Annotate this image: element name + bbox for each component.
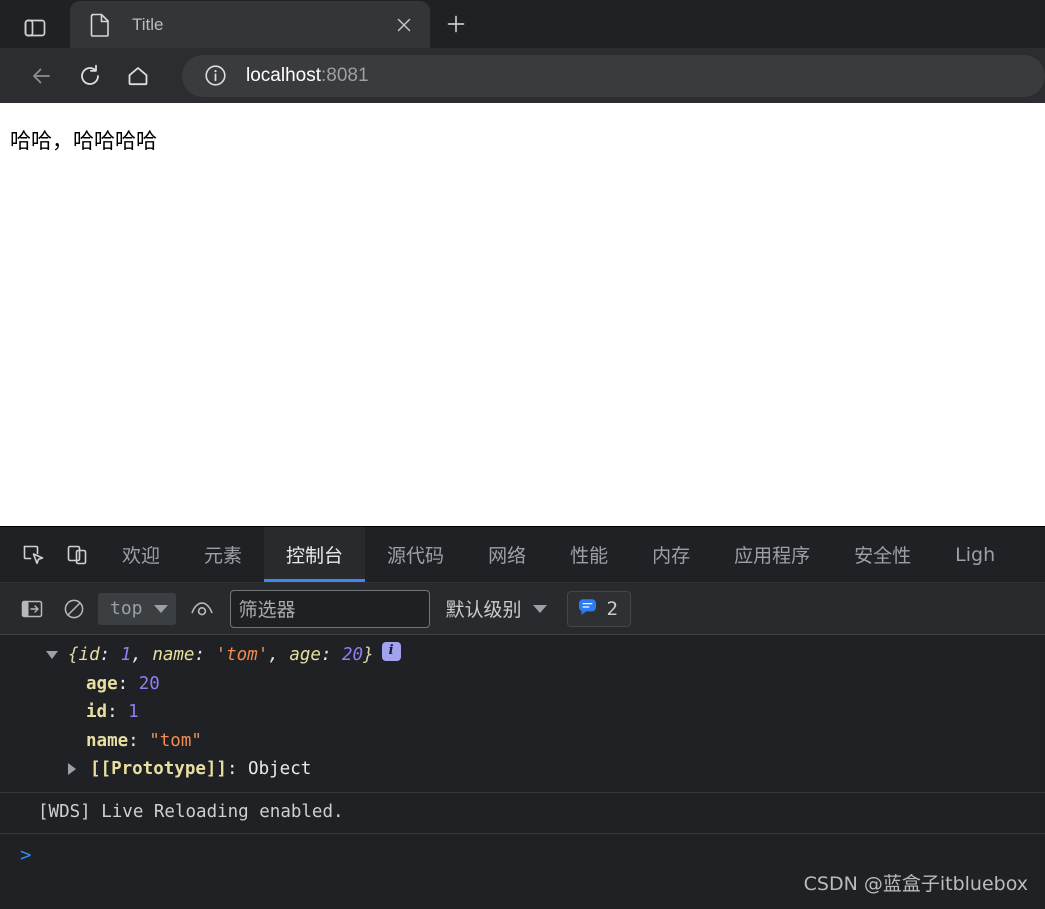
devtools-panel: 欢迎 元素 控制台 源代码 网络 性能 内存 应用程序 安全性 Ligh top…: [0, 526, 1045, 909]
devtools-tab-label: 源代码: [387, 545, 445, 567]
devtools-tab-welcome[interactable]: 欢迎: [100, 527, 182, 582]
message-bubble-icon: [577, 596, 598, 622]
browser-window: Title localhost:8081 哈哈，哈哈哈哈 欢迎 元素 控制台 源…: [0, 0, 1045, 909]
property-separator: :: [128, 730, 150, 751]
close-icon[interactable]: [384, 5, 424, 45]
devtools-tab-label: 内存: [652, 545, 691, 567]
console-object-property[interactable]: age: 20: [0, 670, 1045, 699]
url-host: localhost: [246, 64, 321, 86]
console-text-message-content: [WDS] Live Reloading enabled.: [38, 801, 344, 822]
console-filter-placeholder: 筛选器: [238, 599, 296, 621]
clear-console-icon[interactable]: [56, 593, 92, 625]
console-toolbar: top 筛选器 默认级别 2: [0, 583, 1045, 635]
devtools-tab-performance[interactable]: 性能: [548, 527, 630, 582]
console-object-message[interactable]: {id: 1, name: 'tom', age: 20} i age: 20 …: [0, 635, 1045, 793]
property-value[interactable]: 20: [139, 671, 160, 698]
property-name: age: [86, 673, 118, 694]
console-message-list[interactable]: {id: 1, name: 'tom', age: 20} i age: 20 …: [0, 635, 1045, 909]
devtools-tab-memory[interactable]: 内存: [630, 527, 712, 582]
devtools-tab-label: 元素: [204, 545, 243, 567]
devtools-tab-sources[interactable]: 源代码: [365, 527, 466, 582]
preview-key: id: [78, 645, 100, 665]
page-heading-text: 哈哈，哈哈哈哈: [10, 129, 157, 153]
devtools-tab-security[interactable]: 安全性: [832, 527, 933, 582]
console-object-preview: {id: 1, name: 'tom', age: 20}: [68, 642, 374, 669]
preview-value: 1: [120, 645, 132, 665]
console-text-message[interactable]: [WDS] Live Reloading enabled.: [0, 793, 1045, 834]
devtools-tab-network[interactable]: 网络: [466, 527, 548, 582]
execution-context-value: top: [110, 598, 143, 619]
devtools-tab-bar: 欢迎 元素 控制台 源代码 网络 性能 内存 应用程序 安全性 Ligh: [0, 527, 1045, 583]
property-name: name: [86, 730, 129, 751]
property-value[interactable]: "tom": [149, 728, 202, 755]
tab-title: Title: [132, 14, 164, 34]
prototype-value[interactable]: Object: [248, 756, 311, 783]
console-level-select[interactable]: 默认级别: [446, 595, 547, 622]
back-arrow-icon[interactable]: [18, 54, 66, 98]
tab-search-icon[interactable]: [0, 8, 70, 48]
preview-tail: ,: [131, 645, 153, 665]
prompt-arrow-icon: >: [20, 843, 32, 866]
preview-value: 20: [342, 645, 364, 665]
property-separator: :: [117, 673, 139, 694]
inspect-element-icon[interactable]: [12, 535, 56, 575]
console-message-count-badge[interactable]: 2: [566, 590, 631, 627]
preview-tail: ,: [268, 645, 290, 665]
devtools-tab-console[interactable]: 控制台: [264, 527, 366, 582]
devtools-tab-label: Ligh: [955, 543, 996, 566]
property-name: id: [86, 702, 108, 722]
preview-sep: :: [194, 645, 216, 665]
devtools-tab-label: 网络: [488, 545, 527, 567]
live-expression-icon[interactable]: [184, 593, 220, 625]
tab-strip: Title: [0, 0, 1045, 48]
prototype-label: [[Prototype]]: [90, 759, 227, 779]
property-separator: :: [107, 702, 129, 722]
devtools-tab-label: 性能: [570, 545, 609, 567]
prototype-separator: :: [226, 759, 249, 779]
preview-sep: :: [320, 645, 343, 665]
chevron-down-icon: [532, 604, 547, 613]
devtools-tab-application[interactable]: 应用程序: [712, 527, 832, 582]
chevron-down-icon: [153, 604, 168, 613]
devtools-tab-label: 欢迎: [122, 545, 161, 567]
preview-open-brace: {: [68, 645, 79, 665]
preview-key: age: [289, 645, 321, 665]
preview-value: 'tom': [215, 645, 269, 665]
devtools-tab-label: 安全性: [854, 545, 912, 567]
preview-sep: :: [99, 645, 121, 665]
property-value[interactable]: 1: [128, 699, 139, 726]
console-object-property[interactable]: id: 1: [0, 698, 1045, 727]
console-sidebar-icon[interactable]: [14, 593, 50, 625]
devtools-tab-elements[interactable]: 元素: [182, 527, 264, 582]
page-viewport: 哈哈，哈哈哈哈: [0, 103, 1045, 526]
browser-tab[interactable]: Title: [70, 1, 430, 48]
devtools-tab-lighthouse[interactable]: Ligh: [933, 527, 1017, 582]
expand-triangle-right-icon[interactable]: [68, 756, 82, 783]
execution-context-select[interactable]: top: [98, 592, 176, 625]
devtools-tab-label: 控制台: [286, 545, 344, 567]
navigation-toolbar: localhost:8081: [0, 48, 1045, 103]
device-toolbar-icon[interactable]: [56, 535, 100, 575]
console-message-count: 2: [606, 597, 618, 620]
info-badge-icon[interactable]: i: [381, 642, 401, 661]
address-bar-url: localhost:8081: [246, 65, 369, 87]
preview-close-brace: }: [363, 645, 374, 665]
console-level-label: 默认级别: [445, 599, 522, 621]
home-icon[interactable]: [114, 54, 162, 98]
devtools-tab-label: 应用程序: [734, 545, 811, 567]
expand-triangle-down-icon[interactable]: [46, 642, 60, 669]
info-circle-icon[interactable]: [200, 61, 230, 91]
preview-key: name: [152, 645, 195, 665]
page-icon: [90, 13, 112, 37]
console-filter-input[interactable]: 筛选器: [229, 589, 430, 628]
reload-icon[interactable]: [66, 54, 114, 98]
console-prompt[interactable]: >: [0, 834, 1045, 870]
console-object-property[interactable]: name: "tom": [0, 727, 1045, 756]
url-port: :8081: [321, 64, 369, 86]
console-object-preview-row[interactable]: {id: 1, name: 'tom', age: 20} i: [0, 641, 1045, 670]
console-object-prototype-row[interactable]: [[Prototype]]: Object: [0, 755, 1045, 784]
address-bar[interactable]: localhost:8081: [182, 54, 1045, 97]
plus-icon[interactable]: [434, 2, 478, 46]
